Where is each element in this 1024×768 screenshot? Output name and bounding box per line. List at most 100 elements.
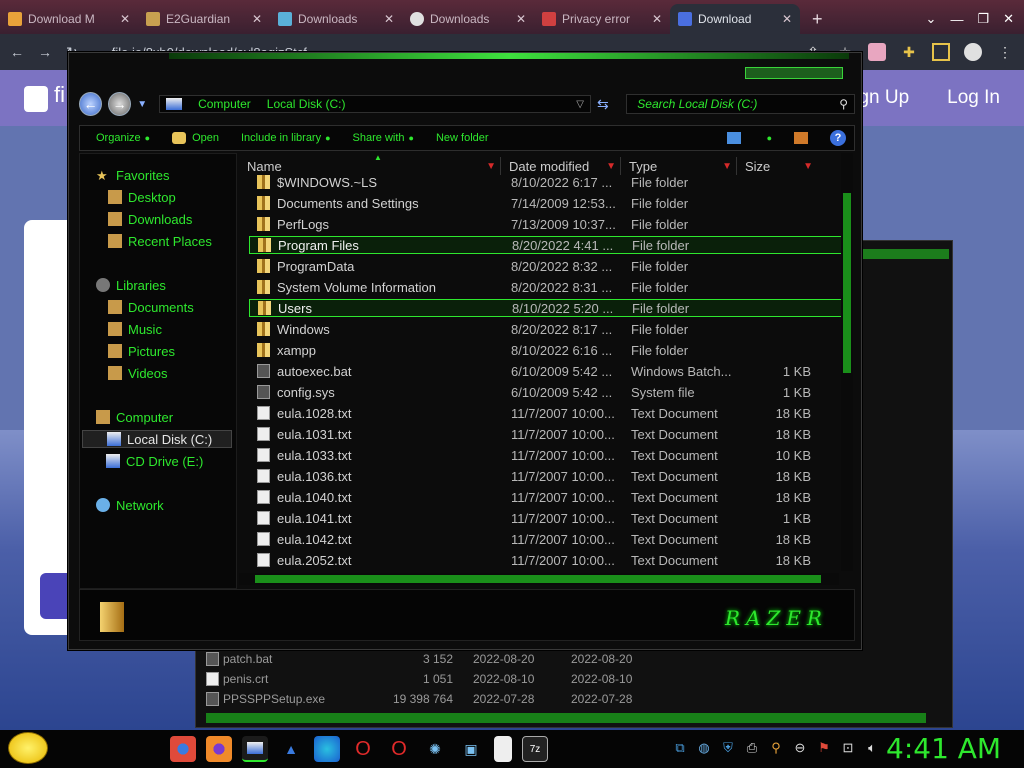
notes-icon[interactable] bbox=[494, 736, 512, 762]
minus-circle-icon[interactable]: ⊖ bbox=[792, 740, 808, 756]
extensions-icon[interactable]: ✚ bbox=[900, 43, 918, 61]
tab-privacy-error[interactable]: Privacy error ✕ bbox=[534, 4, 670, 34]
table-row[interactable]: xampp 8/10/2022 6:16 ... File folder bbox=[249, 341, 845, 359]
scroll-thumb[interactable] bbox=[255, 575, 821, 583]
chevron-down-icon[interactable]: ▼ bbox=[803, 161, 817, 172]
volume-icon[interactable]: 🔈︎ bbox=[864, 740, 880, 756]
7zip-icon[interactable]: 7z bbox=[522, 736, 548, 762]
chevron-down-icon[interactable]: ▼ bbox=[137, 99, 147, 110]
search-icon[interactable]: ⚲ bbox=[768, 740, 784, 756]
edge-icon[interactable] bbox=[314, 736, 340, 762]
printer-icon[interactable]: ⎙ bbox=[744, 740, 760, 756]
table-row[interactable]: eula.1031.txt 11/7/2007 10:00... Text Docu… bbox=[249, 425, 845, 443]
flag-icon[interactable]: ⚑ bbox=[816, 740, 832, 756]
app-icon[interactable]: ▲ bbox=[278, 736, 304, 762]
network-icon[interactable]: ⧉ bbox=[672, 740, 688, 756]
table-row[interactable]: config.sys 6/10/2009 5:42 ... System file 1… bbox=[249, 383, 845, 401]
nav-local-disk[interactable]: Local Disk (C:) bbox=[82, 430, 232, 448]
tab-download-m[interactable]: Download M ✕ bbox=[0, 4, 138, 34]
close-icon[interactable]: ✕ bbox=[120, 12, 130, 26]
nav-recent-places[interactable]: Recent Places bbox=[108, 232, 212, 250]
close-icon[interactable]: ✕ bbox=[1003, 11, 1014, 27]
organize-button[interactable]: Organize ● bbox=[96, 132, 150, 144]
breadcrumb-computer[interactable]: Computer bbox=[198, 97, 251, 111]
table-row[interactable]: Users 8/10/2022 5:20 ... File folder bbox=[249, 299, 845, 317]
search-icon[interactable]: ⚲ bbox=[839, 97, 854, 111]
refresh-icon[interactable]: ⇆ bbox=[597, 96, 612, 113]
back-arrow-icon[interactable]: ← bbox=[10, 44, 24, 60]
security-icon[interactable]: ⛨ bbox=[720, 740, 736, 756]
close-icon[interactable]: ✕ bbox=[384, 12, 394, 26]
chevron-down-icon[interactable]: ▼ bbox=[722, 161, 736, 172]
table-row[interactable]: System Volume Information 8/20/2022 8:31 … bbox=[249, 278, 845, 296]
sign-up-link[interactable]: ign Up bbox=[854, 87, 909, 109]
table-row[interactable]: Documents and Settings 7/14/2009 12:53...… bbox=[249, 194, 845, 212]
minimize-icon[interactable]: — bbox=[950, 12, 963, 27]
table-row[interactable]: $WINDOWS.~LS 8/10/2022 6:17 ... File folde… bbox=[249, 175, 845, 191]
sidebar-icon[interactable] bbox=[932, 43, 950, 61]
avatar[interactable] bbox=[964, 43, 982, 61]
chevron-down-icon[interactable]: ⌄ bbox=[926, 11, 937, 27]
table-row[interactable]: eula.2052.txt 11/7/2007 10:00... Text Docu… bbox=[249, 551, 845, 569]
explorer-icon[interactable] bbox=[242, 736, 268, 762]
tab-e2guardian[interactable]: E2Guardian ✕ bbox=[138, 4, 270, 34]
tab-download-active[interactable]: Download ✕ bbox=[670, 4, 800, 34]
log-in-link[interactable]: Log In bbox=[947, 87, 1000, 109]
flag-icon[interactable] bbox=[868, 43, 886, 61]
nav-favorites[interactable]: ★ Favorites bbox=[96, 166, 169, 184]
taskbar-clock[interactable]: 4:41 AM bbox=[886, 732, 1001, 765]
chevron-down-icon[interactable]: ▼ bbox=[606, 161, 620, 172]
start-button-smiley-icon[interactable] bbox=[8, 732, 48, 764]
opera-icon[interactable]: O bbox=[350, 736, 376, 762]
nav-desktop[interactable]: Desktop bbox=[108, 188, 176, 206]
vertical-scrollbar[interactable] bbox=[841, 153, 853, 571]
tab-downloads-2[interactable]: Downloads ✕ bbox=[402, 4, 534, 34]
scroll-thumb[interactable] bbox=[843, 193, 851, 373]
tab-downloads-1[interactable]: Downloads ✕ bbox=[270, 4, 402, 34]
nav-computer[interactable]: Computer bbox=[96, 408, 173, 426]
opera-gx-icon[interactable]: O bbox=[386, 736, 412, 762]
list-item[interactable]: penis.crt 1 051 2022-08-10 2022-08-10 bbox=[206, 669, 666, 689]
table-row[interactable]: autoexec.bat 6/10/2009 5:42 ... Windows Ba… bbox=[249, 362, 845, 380]
table-row[interactable]: eula.1033.txt 11/7/2007 10:00... Text Docu… bbox=[249, 446, 845, 464]
nav-videos[interactable]: Videos bbox=[108, 364, 168, 382]
column-header-name[interactable]: Name ▼ bbox=[239, 157, 501, 175]
forward-arrow-icon[interactable]: → bbox=[38, 44, 52, 60]
table-row[interactable]: PerfLogs 7/13/2009 10:37... File folder bbox=[249, 215, 845, 233]
address-bar[interactable]: Computer Local Disk (C:) ▽ bbox=[159, 95, 591, 113]
table-row[interactable]: Program Files 8/20/2022 4:41 ... File fold… bbox=[249, 236, 845, 254]
display-icon[interactable]: ⊡ bbox=[840, 740, 856, 756]
nav-cd-drive[interactable]: CD Drive (E:) bbox=[106, 452, 203, 470]
list-item[interactable]: PPSSPPSetup.exe 19 398 764 2022-07-28 20… bbox=[206, 689, 666, 709]
table-row[interactable]: ProgramData 8/20/2022 8:32 ... File folder bbox=[249, 257, 845, 275]
open-button[interactable]: Open bbox=[172, 132, 219, 144]
horizontal-scrollbar[interactable] bbox=[239, 573, 839, 585]
close-icon[interactable]: ✕ bbox=[782, 12, 792, 26]
nav-pictures[interactable]: Pictures bbox=[108, 342, 175, 360]
dropdown-dot-icon[interactable]: ● bbox=[767, 133, 772, 143]
close-icon[interactable]: ✕ bbox=[516, 12, 526, 26]
share-with-button[interactable]: Share with ● bbox=[353, 132, 414, 144]
nav-downloads[interactable]: Downloads bbox=[108, 210, 192, 228]
horizontal-scrollbar[interactable] bbox=[206, 713, 926, 723]
table-row[interactable]: eula.1028.txt 11/7/2007 10:00... Text Docu… bbox=[249, 404, 845, 422]
download-button[interactable] bbox=[40, 573, 70, 619]
help-icon[interactable]: ? bbox=[830, 130, 846, 146]
window-controls[interactable] bbox=[745, 67, 843, 79]
close-icon[interactable]: ✕ bbox=[252, 12, 262, 26]
new-folder-button[interactable]: New folder bbox=[436, 132, 489, 144]
nav-libraries[interactable]: Libraries bbox=[96, 276, 166, 294]
chevron-down-icon[interactable]: ▼ bbox=[486, 161, 500, 172]
chrome-icon[interactable] bbox=[170, 736, 196, 762]
chevron-down-icon[interactable]: ▽ bbox=[576, 99, 590, 110]
menu-icon[interactable]: ⋮ bbox=[996, 43, 1014, 61]
table-row[interactable]: eula.1042.txt 11/7/2007 10:00... Text Docu… bbox=[249, 530, 845, 548]
list-item[interactable]: patch.bat 3 152 2022-08-20 2022-08-20 bbox=[206, 649, 666, 669]
breadcrumb-local-disk[interactable]: Local Disk (C:) bbox=[267, 97, 346, 111]
table-row[interactable]: eula.1040.txt 11/7/2007 10:00... Text Docu… bbox=[249, 488, 845, 506]
nav-music[interactable]: Music bbox=[108, 320, 162, 338]
view-icon[interactable] bbox=[726, 132, 741, 144]
nav-documents[interactable]: Documents bbox=[108, 298, 194, 316]
forward-arrow-icon[interactable]: → bbox=[108, 92, 132, 116]
globe-icon[interactable]: ◍ bbox=[696, 740, 712, 756]
